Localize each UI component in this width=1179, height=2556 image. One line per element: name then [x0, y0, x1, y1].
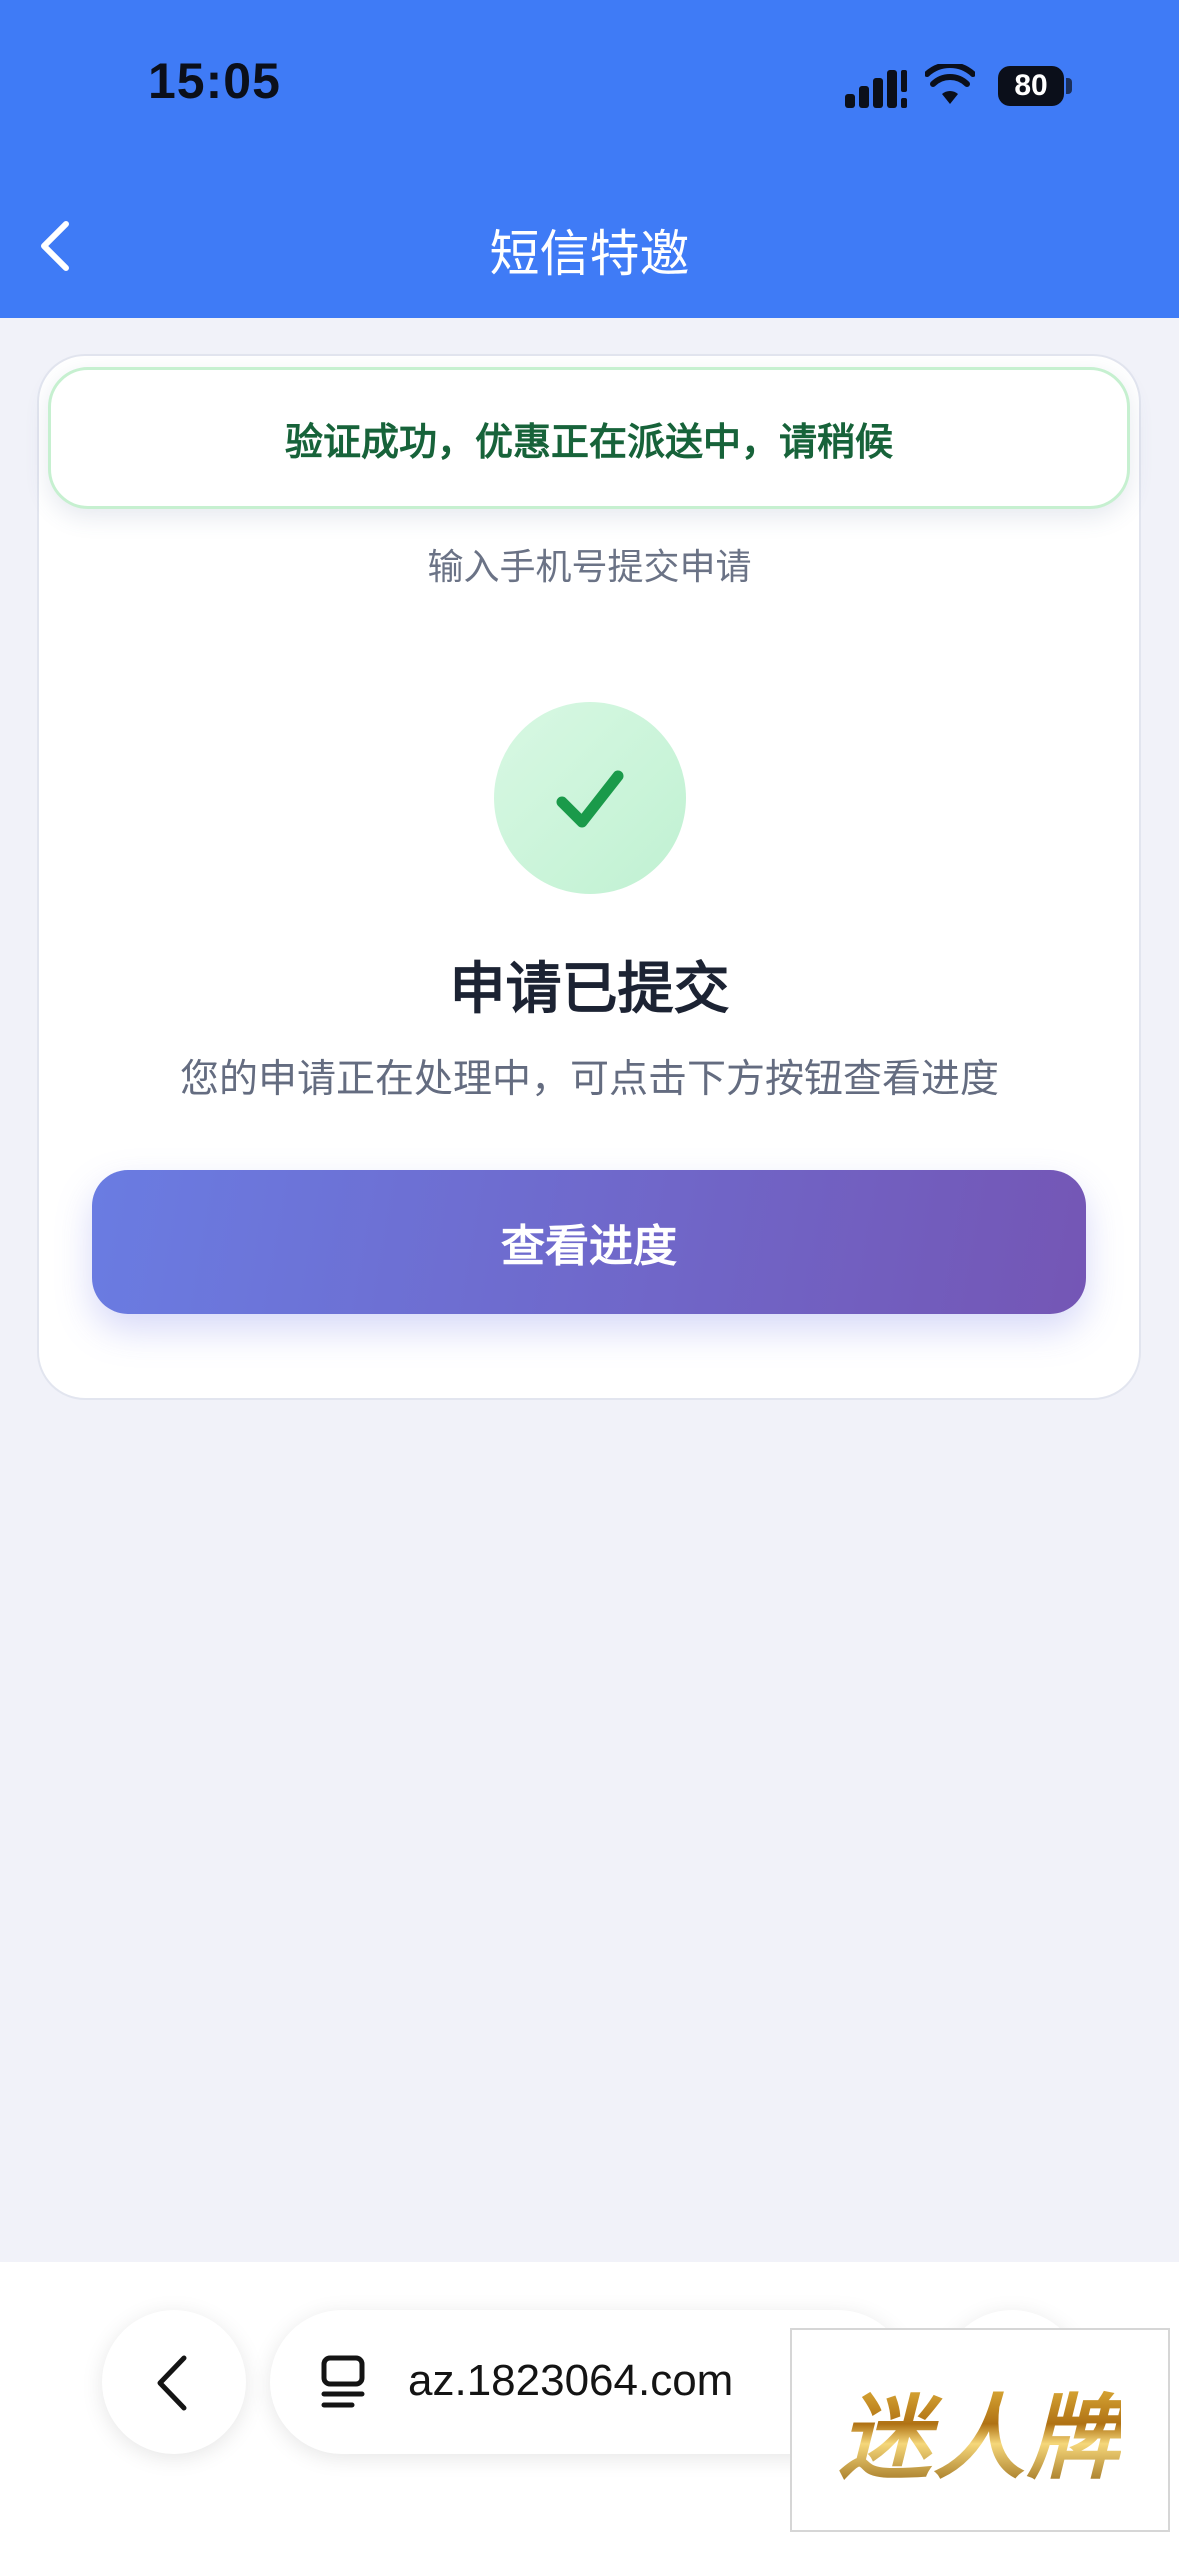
- success-toast: 验证成功，优惠正在派送中，请稍候: [48, 367, 1130, 509]
- success-description: 您的申请正在处理中，可点击下方按钮查看进度: [179, 1057, 999, 1102]
- browser-back-button[interactable]: [102, 2310, 246, 2454]
- success-title: 申请已提交: [449, 957, 730, 1022]
- battery-icon: 80: [998, 66, 1064, 106]
- check-icon: [556, 770, 624, 828]
- chevron-left-icon: [157, 2355, 187, 2411]
- battery-level: 80: [1014, 69, 1048, 102]
- page-title: 短信特邀: [489, 225, 690, 283]
- card-subtitle: 输入手机号提交申请: [427, 547, 752, 588]
- view-progress-button[interactable]: 查看进度: [92, 1170, 1086, 1314]
- watermark-text: 迷人牌: [839, 2364, 1121, 2497]
- battery-tip: [1066, 78, 1072, 94]
- watermark-logo: 迷人牌: [790, 2328, 1170, 2532]
- tab-icon: [321, 2355, 365, 2408]
- success-badge: [494, 702, 686, 894]
- url-text: az.1823064.com: [408, 2356, 734, 2405]
- status-time: 15:05: [148, 53, 281, 109]
- wifi-icon: [925, 64, 975, 104]
- app-header: 15:05 80 短信特邀: [0, 0, 1179, 318]
- signal-icon: [845, 70, 907, 108]
